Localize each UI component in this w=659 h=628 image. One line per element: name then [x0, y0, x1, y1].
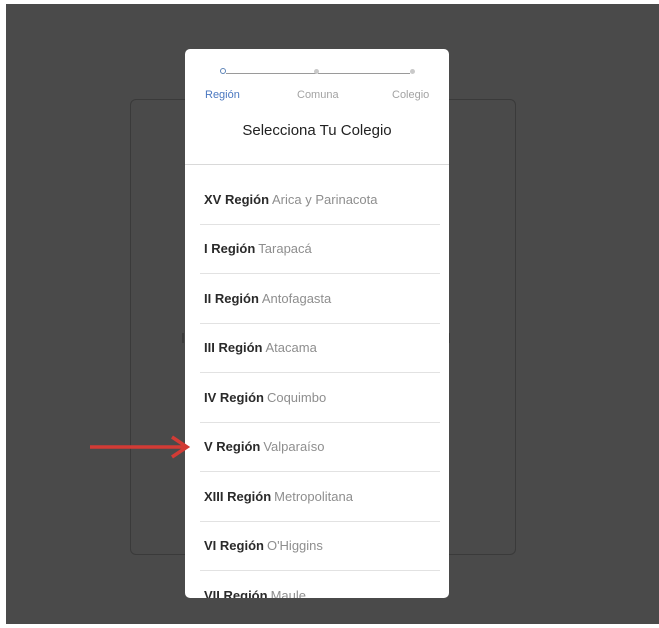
region-code: V Región [204, 439, 261, 455]
region-code: XIII Región [204, 488, 272, 504]
stepper-dot-comuna [314, 69, 319, 74]
stepper-line [226, 73, 316, 74]
region-code: I Región [204, 241, 256, 257]
annotation-arrow-icon [90, 435, 191, 459]
region-code: II Región [204, 290, 259, 306]
region-item-vi[interactable]: VI Región O'Higgins [200, 522, 440, 571]
region-list[interactable]: XV Región Arica y Parinacota I Región Ta… [200, 175, 440, 598]
region-name: Atacama [265, 340, 317, 356]
region-item-ii[interactable]: II Región Antofagasta [200, 274, 440, 324]
region-name: Metropolitana [274, 488, 353, 504]
region-item-iv[interactable]: IV Región Coquimbo [200, 373, 440, 423]
step-label-region[interactable]: Región [205, 89, 240, 101]
stepper-dot-colegio [410, 69, 415, 74]
region-item-xv[interactable]: XV Región Arica y Parinacota [200, 175, 440, 225]
region-name: Maule [270, 587, 306, 598]
stepper-dot-region [220, 68, 226, 74]
region-name: Tarapacá [258, 241, 312, 257]
region-name: Arica y Parinacota [272, 191, 378, 207]
region-code: III Región [204, 340, 263, 356]
region-code: IV Región [204, 389, 264, 405]
step-label-colegio[interactable]: Colegio [392, 89, 429, 101]
region-item-xiii[interactable]: XIII Región Metropolitana [200, 472, 440, 522]
region-code: VI Región [204, 538, 264, 554]
step-label-comuna[interactable]: Comuna [297, 89, 339, 101]
region-item-i[interactable]: I Región Tarapacá [200, 225, 440, 274]
region-code: XV Región [204, 191, 270, 207]
region-name: Coquimbo [266, 389, 327, 405]
modal-title: Selecciona Tu Colegio [242, 122, 392, 139]
region-name: Antofagasta [261, 290, 332, 306]
region-code: VII Región [204, 587, 268, 598]
modal-header: Región Comuna Colegio Selecciona Tu Cole… [185, 49, 449, 165]
region-item-vii[interactable]: VII Región Maule [200, 571, 440, 598]
region-item-iii[interactable]: III Región Atacama [200, 324, 440, 373]
stepper-line [318, 73, 410, 74]
region-name: O'Higgins [266, 538, 323, 554]
school-selector-modal: Región Comuna Colegio Selecciona Tu Cole… [185, 49, 449, 598]
region-item-v[interactable]: V Región Valparaíso [200, 423, 440, 472]
background-mark-left [182, 333, 184, 343]
region-name: Valparaíso [263, 439, 325, 455]
